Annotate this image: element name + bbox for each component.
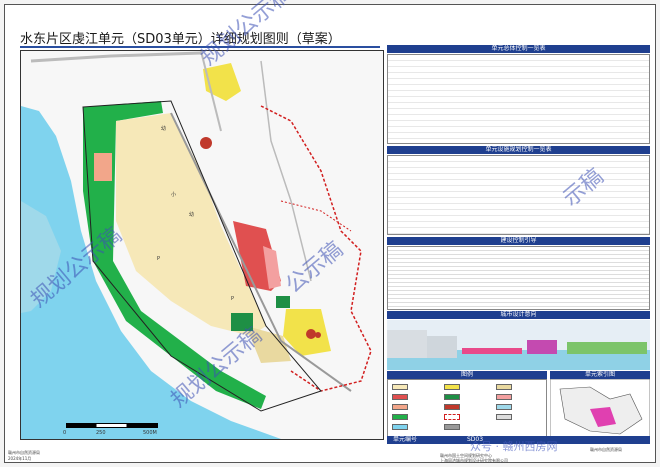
urban-design-header: 城市设计意向 <box>387 311 650 319</box>
source-watermark: 众号 · 赣州西房网 <box>470 440 558 453</box>
unit-index-map <box>550 379 650 441</box>
scale-label-0: 0 <box>63 430 67 436</box>
footer-right-org: 赣州市自然资源局 <box>590 447 622 452</box>
symbol-kindergarten-1: 幼 <box>161 126 167 132</box>
unit-index-header: 单元索引图 <box>550 371 650 379</box>
page-title: 水东片区虔江单元（SD03单元）详细规划图则（草案） <box>20 32 341 47</box>
school-parcel <box>94 153 112 181</box>
unit-control-header: 单元总体控制一览表 <box>387 45 650 53</box>
legend-green <box>392 414 408 420</box>
legend-header: 图例 <box>387 371 547 379</box>
scale-bar <box>66 423 158 428</box>
guidance-text <box>387 246 650 310</box>
control-panel: 单元总体控制一览表 单元设施规划控制一览表 建设控制引导 城市设计意向 图例 单… <box>387 45 650 442</box>
urban-design-render <box>387 320 650 370</box>
unit-number-label: 单元编号 <box>393 436 418 443</box>
symbol-kindergarten-2: 幼 <box>189 212 195 218</box>
legend-utility <box>444 404 460 410</box>
scale-label-250: 250 <box>96 430 106 436</box>
footer-right-org3: 上海同济城市规划设计研究院有限公司 <box>440 458 508 463</box>
legend-yellow <box>444 384 460 390</box>
parcel-control-header: 单元设施规划控制一览表 <box>387 146 650 154</box>
scale-label-500: 500M <box>143 430 157 436</box>
footer-left-date: 2024年11月 <box>8 456 32 461</box>
symbol-parking-1: P <box>157 256 161 262</box>
legend-residential <box>392 384 408 390</box>
unit-control-table <box>387 54 650 144</box>
utility-site <box>200 137 212 149</box>
symbol-primary-school: 小 <box>171 192 177 198</box>
symbol-parking-2: P <box>231 296 235 302</box>
parcel-control-table <box>387 155 650 235</box>
legend-service <box>496 394 512 400</box>
legend-road <box>444 424 460 430</box>
guidance-header: 建设控制引导 <box>387 237 650 245</box>
legend-box <box>387 379 547 441</box>
legend-water <box>392 424 408 430</box>
legend-wetland <box>496 404 512 410</box>
legend-other <box>496 414 512 420</box>
legend-mixed <box>496 384 512 390</box>
legend-commercial <box>392 394 408 400</box>
legend-boundary <box>444 414 460 420</box>
legend-education <box>392 404 408 410</box>
legend-dark-green <box>444 394 460 400</box>
